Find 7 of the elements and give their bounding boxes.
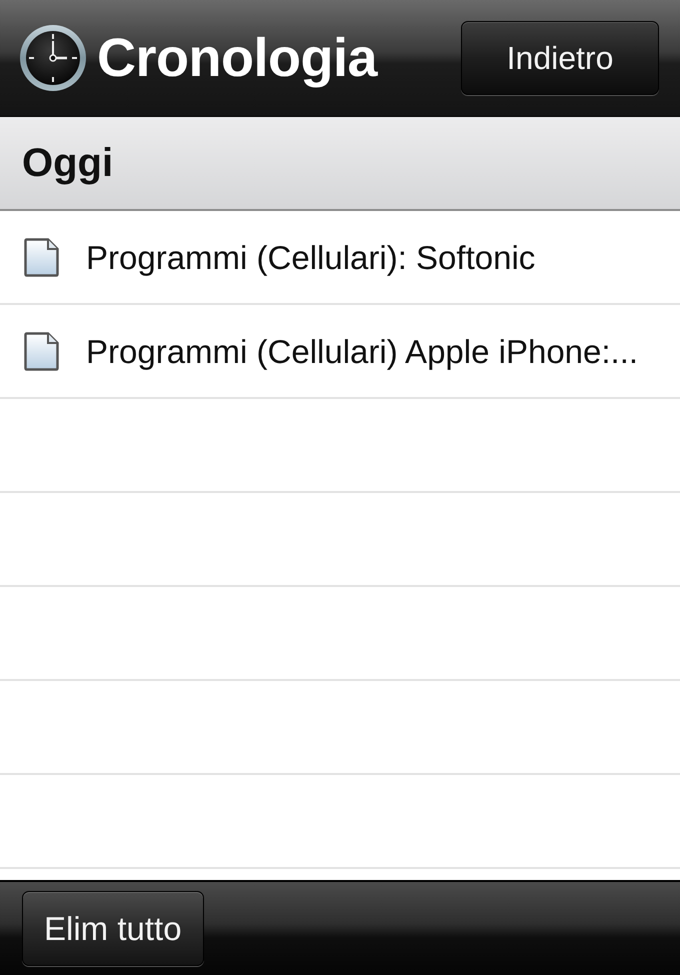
- document-icon: [24, 238, 59, 276]
- section-header: Oggi: [0, 117, 680, 211]
- document-icon: [24, 332, 59, 370]
- back-button[interactable]: Indietro: [461, 21, 659, 95]
- clock-icon: [19, 24, 87, 92]
- delete-all-button[interactable]: Elim tutto: [22, 891, 204, 966]
- page-title: Cronologia: [97, 31, 377, 85]
